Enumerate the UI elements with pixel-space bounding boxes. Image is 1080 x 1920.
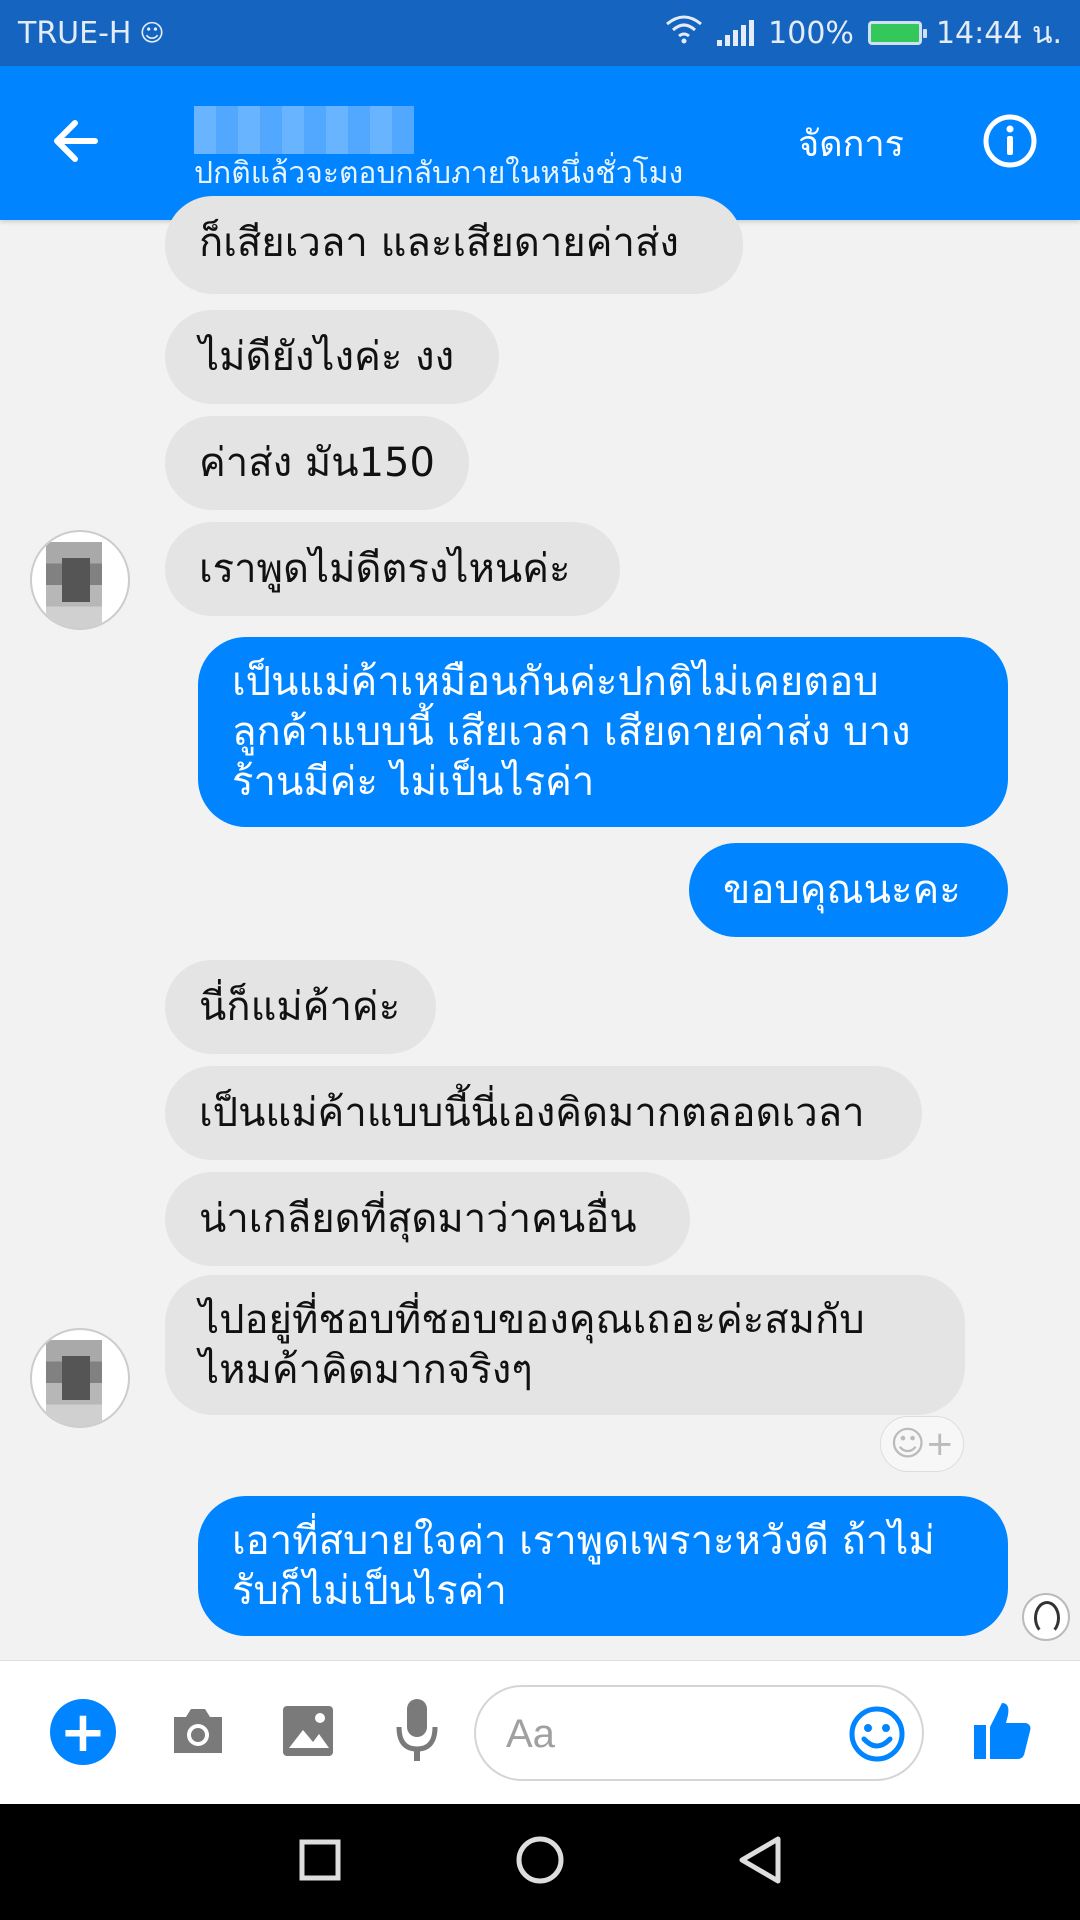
message-bubble-incoming[interactable]: น่าเกลียดที่สุดมาว่าคนอื่น [165,1172,690,1266]
camera-button[interactable] [166,1703,230,1763]
circle-icon [515,1835,565,1889]
microphone-icon [396,1697,438,1767]
voice-button[interactable] [394,1697,440,1767]
battery-percent: 100% [768,15,854,51]
square-icon [298,1838,342,1886]
back-nav-button[interactable] [732,1834,788,1890]
message-bubble-incoming[interactable]: เราพูดไม่ดีตรงไหนค่ะ [165,522,620,616]
contact-avatar[interactable] [30,1328,130,1428]
message-bubble-incoming[interactable]: ไปอยู่ที่ชอบที่ชอบของคุณเถอะค่ะสมกับ ไหม… [165,1275,965,1415]
back-button[interactable] [0,66,150,220]
signal-icon [717,20,755,46]
home-button[interactable] [512,1834,568,1890]
message-bubble-incoming[interactable]: ค่าส่ง มัน150 [165,416,469,510]
emoji-button[interactable] [848,1705,906,1763]
like-button[interactable] [970,1699,1034,1765]
gallery-button[interactable] [278,1703,338,1763]
status-bar: TRUE-H ☺ 100% 14:44 น. [0,0,1080,66]
message-bubble-outgoing[interactable]: ขอบคุณนะคะ [689,843,1008,937]
message-bubble-incoming[interactable]: ก็เสียเวลา และเสียดายค่าส่ง [165,196,743,294]
contact-avatar[interactable] [30,530,130,630]
info-button[interactable] [940,66,1080,220]
image-icon [281,1704,335,1762]
emoji-icon [848,1706,906,1767]
info-icon [982,113,1038,173]
clock: 14:44 น. [935,15,1062,51]
back-arrow-icon [51,119,99,167]
carrier-label: TRUE-H [18,15,132,51]
add-reaction-icon: ☺+ [890,1424,954,1464]
triangle-back-icon [736,1835,784,1889]
thumbs-up-icon [972,1699,1032,1765]
message-input-container [474,1685,924,1781]
messenger-screen: TRUE-H ☺ 100% 14:44 น. ปกติแล้วจะตอบกลับ… [0,0,1080,1920]
add-reaction-button[interactable]: ☺+ [880,1416,964,1472]
recent-apps-button[interactable] [292,1834,348,1890]
manage-button[interactable]: จัดการ [762,115,940,172]
contact-name-redacted [194,106,414,154]
system-navigation-bar [0,1804,1080,1920]
battery-icon [867,21,927,45]
carrier-mascot-icon: ☺ [139,19,165,47]
message-bubble-outgoing[interactable]: เอาที่สบายใจค่า เราพูดเพราะหวังดี ถ้าไม่… [198,1496,1008,1636]
message-list[interactable]: ก็เสียเวลา และเสียดายค่าส่ง ไม่ดียังไงค่… [0,196,1080,1660]
message-bubble-outgoing[interactable]: เป็นแม่ค้าเหมือนกันค่ะปกติไม่เคยตอบ ลูกค… [198,637,1008,827]
camera-icon [168,1705,228,1761]
message-bubble-incoming[interactable]: นี่ก็แม่ค้าค่ะ [165,960,436,1054]
more-actions-button[interactable]: + [50,1699,116,1765]
seen-avatar [1022,1593,1070,1641]
message-composer: + [0,1660,1080,1804]
message-bubble-incoming[interactable]: ไม่ดียังไงค่ะ งง [165,310,499,404]
message-bubble-incoming[interactable]: เป็นแม่ค้าแบบนี้นี่เองคิดมากตลอดเวลา [165,1066,922,1160]
plus-icon: + [59,1699,107,1765]
message-input[interactable] [506,1705,806,1763]
wifi-icon [665,14,703,52]
response-time-subtitle: ปกติแล้วจะตอบกลับภายในหนึ่งชั่วโมง [194,156,684,191]
